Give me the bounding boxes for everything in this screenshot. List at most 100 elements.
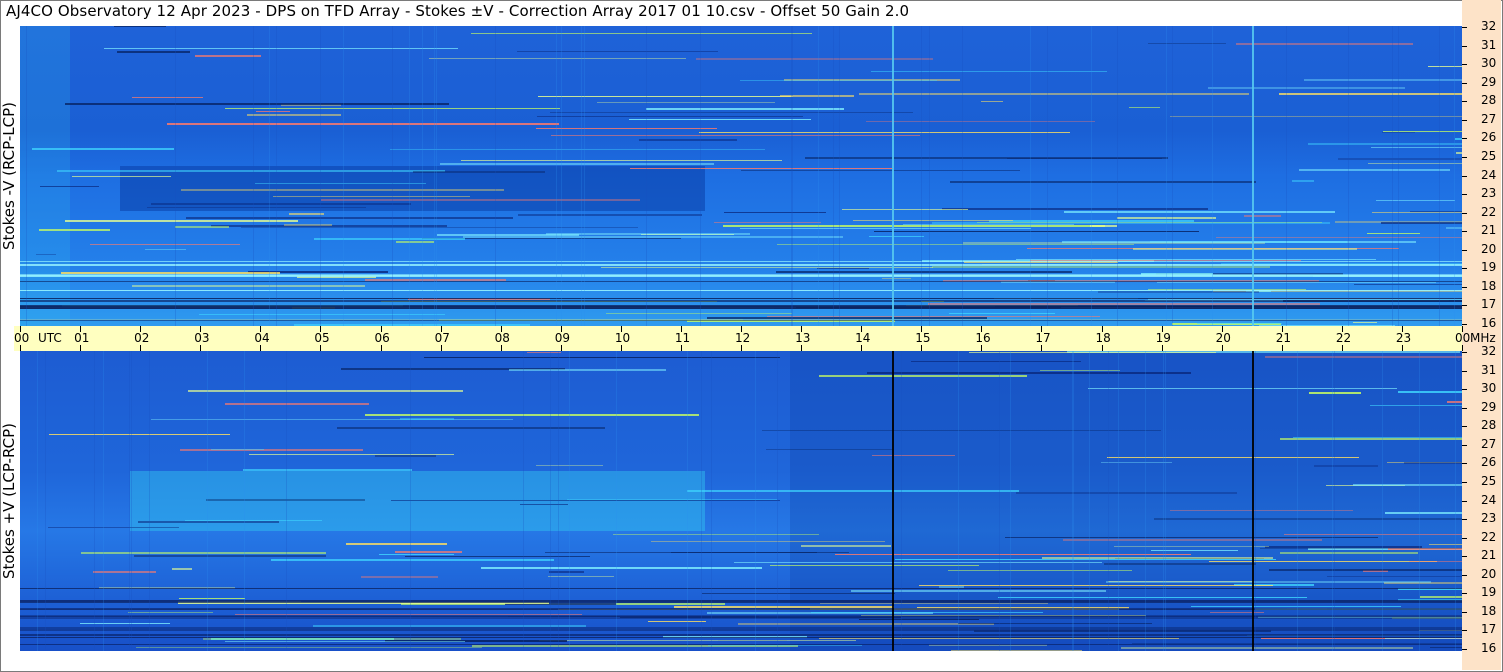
x-tick-mark — [140, 326, 141, 332]
heatmap-streak — [1430, 647, 1462, 648]
heatmap-band-line — [20, 617, 1462, 619]
heatmap-streak — [1447, 401, 1462, 403]
heatmap-vertical-streak — [1419, 351, 1420, 651]
heatmap-streak — [820, 603, 1048, 604]
y-tick-mark — [1462, 371, 1467, 372]
heatmap-vertical-streak — [687, 351, 688, 651]
x-tick-mark — [681, 345, 682, 351]
x-tick-label: 14 — [855, 331, 871, 345]
heatmap-vertical-streak — [700, 26, 701, 326]
y-tick-mark — [1462, 445, 1467, 446]
heatmap-streak — [81, 552, 326, 554]
x-tick-mark — [441, 345, 442, 351]
heatmap-streak — [1338, 158, 1462, 160]
heatmap-vertical-streak — [792, 26, 793, 326]
heatmap-band-line — [20, 588, 1462, 589]
heatmap-streak — [766, 449, 892, 450]
x-tick-label: 17 — [1035, 331, 1051, 345]
x-tick-label: 19 — [1155, 331, 1171, 345]
heatmap-vertical-streak — [1030, 26, 1031, 326]
heatmap-streak — [72, 176, 171, 177]
x-tick-mark — [381, 326, 382, 332]
heatmap-streak — [1367, 233, 1420, 234]
x-tick-mark — [1222, 345, 1223, 351]
heatmap-streak — [939, 586, 964, 588]
heatmap-vertical-streak — [320, 26, 321, 326]
heatmap-streak — [211, 449, 264, 450]
heatmap-streak — [872, 455, 955, 456]
heatmap-streak — [147, 207, 366, 208]
x-tick-label: 04 — [254, 331, 270, 345]
y-tick-mark — [1462, 593, 1467, 594]
y-tick-mark — [1462, 268, 1467, 269]
heatmap-vertical-streak — [958, 351, 959, 651]
x-tick-mark — [260, 345, 261, 351]
heatmap-streak — [919, 585, 1273, 586]
heatmap-streak — [138, 521, 279, 523]
heatmap-streak — [835, 554, 1191, 555]
heatmap-streak — [1064, 211, 1335, 213]
heatmap-streak — [321, 199, 640, 201]
y-tick-mark — [1462, 231, 1467, 232]
heatmap-vertical-marker — [892, 351, 894, 651]
y-tick-mark — [1462, 324, 1467, 325]
heatmap-vertical-streak — [1172, 26, 1173, 326]
heatmap-streak — [1385, 638, 1462, 639]
heatmap-streak — [337, 427, 605, 429]
heatmap-streak — [273, 196, 470, 197]
heatmap-vertical-streak — [929, 26, 930, 326]
heatmap-streak — [405, 556, 590, 557]
x-tick-mark — [861, 345, 862, 351]
heatmap-streak — [928, 303, 1320, 305]
x-tick-label: 02 — [134, 331, 150, 345]
heatmap-streak — [289, 213, 324, 215]
heatmap-vertical-streak — [711, 351, 712, 651]
heatmap-streak — [1327, 576, 1462, 577]
y-tick-label: 29 — [1481, 75, 1497, 89]
heatmap-band-line — [20, 319, 1462, 320]
heatmap-vertical-streak — [1398, 26, 1399, 326]
y-tick-label: 19 — [1481, 585, 1497, 599]
heatmap-streak — [424, 357, 780, 358]
y-tick-label: 28 — [1481, 93, 1497, 107]
heatmap-streak — [1284, 534, 1462, 535]
heatmap-streak — [235, 614, 582, 615]
heatmap-vertical-streak — [1392, 26, 1393, 326]
heatmap-streak — [1107, 457, 1359, 458]
heatmap-streak — [186, 217, 513, 219]
y-tick-mark — [1462, 463, 1467, 464]
y-tick-mark — [1462, 575, 1467, 576]
heatmap-streak — [132, 97, 203, 98]
heatmap-vertical-streak — [1255, 351, 1256, 651]
heatmap-vertical-streak — [129, 351, 130, 651]
x-unit-label: UTC — [38, 331, 62, 345]
heatmap-streak — [1383, 131, 1462, 132]
heatmap-streak — [866, 121, 1095, 122]
y-tick-label: 29 — [1481, 400, 1497, 414]
heatmap-vertical-streak — [410, 351, 411, 651]
heatmap-streak — [548, 576, 614, 577]
heatmap-streak — [243, 469, 412, 471]
y-tick-label: 28 — [1481, 418, 1497, 432]
heatmap-streak — [851, 590, 1106, 592]
x-tick-mark — [921, 345, 922, 351]
heatmap-vertical-streak — [1118, 351, 1119, 651]
heatmap-vertical-streak — [276, 26, 277, 326]
heatmap-streak — [708, 645, 862, 646]
y-tick-label: 32 — [1481, 344, 1497, 358]
heatmap-vertical-streak — [175, 26, 176, 326]
heatmap-streak — [114, 26, 166, 27]
heatmap-streak — [313, 625, 586, 627]
heatmap-band-line — [20, 281, 1462, 282]
y-tick-label: 19 — [1481, 260, 1497, 274]
x-tick-mark — [1342, 326, 1343, 332]
heatmap-streak — [1371, 147, 1462, 148]
heatmap-streak — [674, 606, 894, 608]
x-tick-label: 16 — [975, 331, 991, 345]
heatmap-vertical-streak — [1166, 26, 1167, 326]
heatmap-streak — [104, 48, 458, 49]
y-tick-mark — [1462, 157, 1467, 158]
heatmap-streak — [740, 80, 937, 81]
x-tick-label: 06 — [374, 331, 390, 345]
heatmap-streak — [699, 132, 1070, 133]
